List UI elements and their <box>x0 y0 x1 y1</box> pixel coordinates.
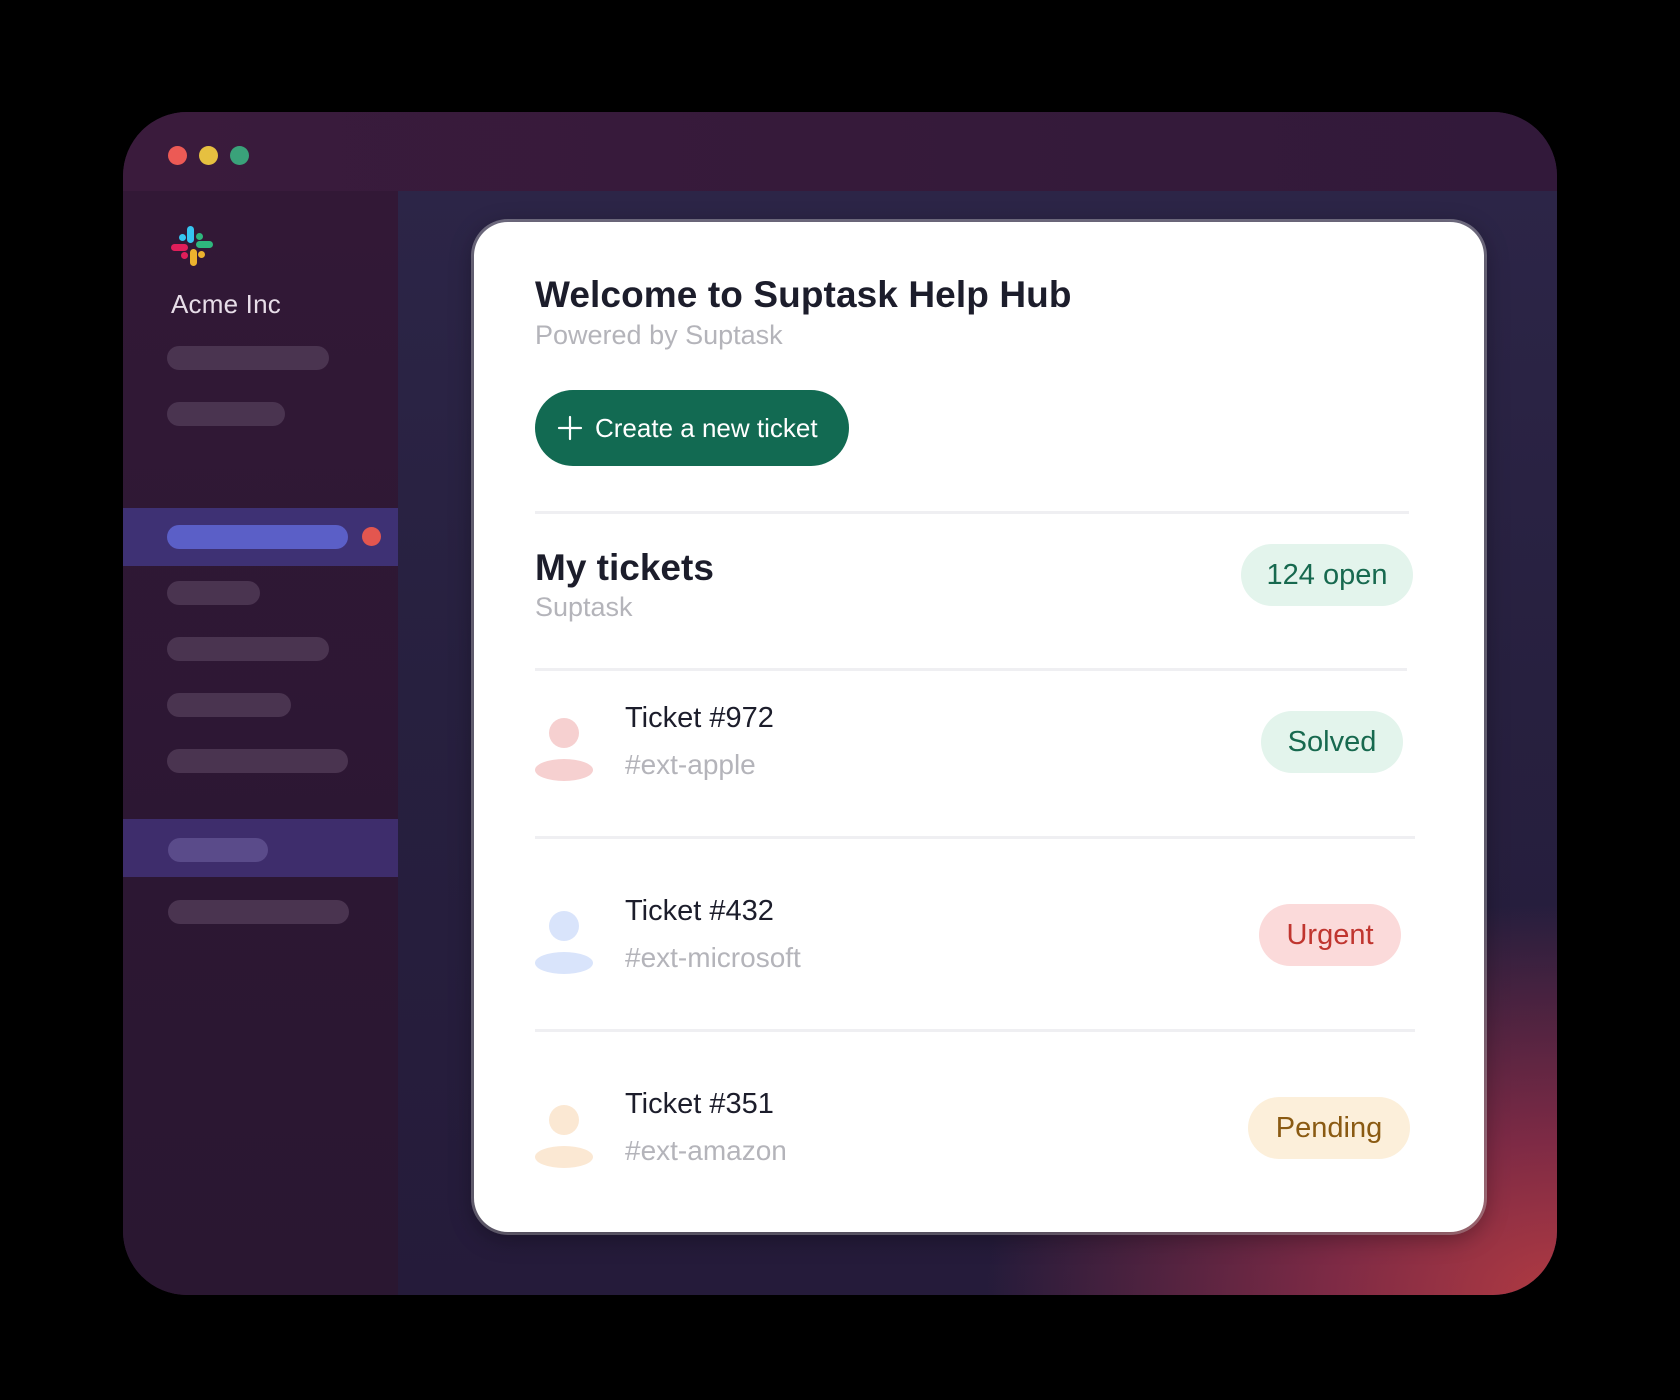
workspace-name[interactable]: Acme Inc <box>171 289 281 320</box>
ticket-name: Ticket #432 <box>625 895 774 927</box>
user-avatar-icon <box>535 1105 593 1168</box>
ticket-name: Ticket #972 <box>625 702 774 734</box>
notification-dot-icon <box>362 527 381 546</box>
ticket-channel: #ext-amazon <box>625 1135 787 1166</box>
minimize-window-button[interactable] <box>199 146 218 165</box>
sidebar-item-placeholder[interactable] <box>167 402 285 426</box>
sidebar: Acme Inc <box>123 191 398 1295</box>
create-ticket-button[interactable]: Create a new ticket <box>535 390 849 466</box>
ticket-row[interactable]: Ticket #351 #ext-amazon Pending <box>474 1030 1484 1180</box>
tickets-section-subtitle: Suptask <box>535 592 633 622</box>
sidebar-item-selected-label <box>168 838 268 862</box>
help-hub-card: Welcome to Suptask Help Hub Powered by S… <box>474 222 1484 1232</box>
page-title: Welcome to Suptask Help Hub <box>535 274 1072 315</box>
maximize-window-button[interactable] <box>230 146 249 165</box>
divider <box>535 511 1409 514</box>
sidebar-item-placeholder[interactable] <box>167 749 348 773</box>
create-ticket-label: Create a new ticket <box>595 412 818 443</box>
ticket-row[interactable]: Ticket #432 #ext-microsoft Urgent <box>474 837 1484 987</box>
ticket-channel: #ext-apple <box>625 749 756 780</box>
ticket-row[interactable]: Ticket #972 #ext-apple Solved <box>474 669 1484 819</box>
slack-logo-icon <box>171 226 213 266</box>
plus-icon <box>557 415 583 441</box>
sidebar-item-placeholder[interactable] <box>168 900 349 924</box>
ticket-channel: #ext-microsoft <box>625 942 801 973</box>
status-badge: Solved <box>1261 711 1403 773</box>
user-avatar-icon <box>535 911 593 974</box>
ticket-name: Ticket #351 <box>625 1088 774 1120</box>
status-badge: Pending <box>1248 1097 1410 1159</box>
sidebar-item-placeholder[interactable] <box>167 693 291 717</box>
status-badge: Urgent <box>1259 904 1401 966</box>
tickets-section-title: My tickets <box>535 547 714 588</box>
sidebar-item-placeholder[interactable] <box>167 581 260 605</box>
sidebar-item-placeholder[interactable] <box>167 346 329 370</box>
close-window-button[interactable] <box>168 146 187 165</box>
title-bar <box>123 112 1557 191</box>
open-count-badge[interactable]: 124 open <box>1241 544 1413 606</box>
sidebar-item-placeholder[interactable] <box>167 637 329 661</box>
sidebar-item-active-label <box>167 525 348 549</box>
page-subtitle: Powered by Suptask <box>535 320 783 350</box>
user-avatar-icon <box>535 718 593 781</box>
